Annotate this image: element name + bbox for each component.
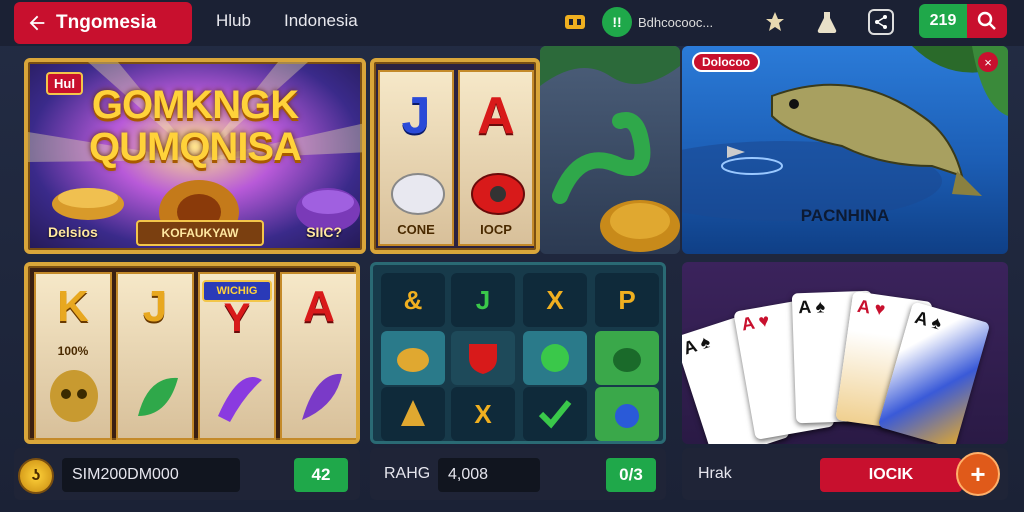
grid-cell-art xyxy=(381,331,445,385)
card-rank: A xyxy=(682,335,699,359)
wallet-icon[interactable] xyxy=(562,9,588,35)
reel-4: A xyxy=(280,272,356,440)
game-tile-grid-slot[interactable]: & J X P X xyxy=(370,262,666,444)
action-bar: Hrak IOCIK + xyxy=(682,448,1008,500)
promo-tag: Dolocoo xyxy=(692,52,760,72)
skull-icon xyxy=(50,370,98,422)
card-rank: A xyxy=(856,295,872,318)
action-label: Hrak xyxy=(698,465,732,482)
search-button[interactable] xyxy=(967,4,1007,38)
rating-button[interactable]: 0/3 xyxy=(606,458,656,492)
orb-icon xyxy=(541,344,569,372)
search-icon xyxy=(977,11,996,30)
game-tile-slot-4reel[interactable]: K 100% J Y WICHIG A xyxy=(24,262,360,444)
reel-1: J CONE xyxy=(378,70,454,246)
game-lobby: Tngomesia Hlub Indonesia !! Bdhcocooc...… xyxy=(0,0,1024,512)
share-icon[interactable] xyxy=(868,9,894,35)
coin-icon[interactable]: ʖ xyxy=(18,458,54,494)
close-button[interactable]: × xyxy=(978,52,998,72)
tile-label-left: Delsios xyxy=(48,224,98,240)
trophy-icon[interactable] xyxy=(762,9,788,35)
ruby-icon xyxy=(471,173,525,215)
grid-cell-art xyxy=(595,331,659,385)
reel-note: 100% xyxy=(57,344,89,358)
card-rank: A xyxy=(797,296,811,318)
tile-label-right: SIIC? xyxy=(306,224,342,240)
balance-value: 219 xyxy=(919,4,967,38)
game-title-line1: GOMKNGK xyxy=(91,83,299,127)
gem-icon xyxy=(391,173,445,215)
grid-cell-art xyxy=(381,387,445,441)
game-tile-fishing[interactable]: Dolocoo × PACNHINA xyxy=(682,46,1008,254)
rating-label: RAHG xyxy=(384,465,431,482)
feather-icon xyxy=(302,373,342,420)
game-title-line2: QUMQNISA xyxy=(89,125,302,169)
grid-symbol: J xyxy=(451,273,515,327)
grid-cell-art xyxy=(451,331,515,385)
horn-icon xyxy=(218,376,262,422)
grid-cell-art xyxy=(595,387,659,441)
reel-symbol: K xyxy=(57,282,89,331)
back-button-label: Tngomesia xyxy=(56,12,157,33)
grid-symbol: X xyxy=(451,387,515,441)
game-tile-gomkngk[interactable]: HuI GOMKNGK QUMQNISA Delsios SIIC? KOFAU… xyxy=(24,58,366,254)
bet-bar: ʖ SIM200DM000 42 xyxy=(14,448,360,500)
reel-label: CONE xyxy=(397,222,435,237)
grid-symbol: & xyxy=(381,273,445,327)
flask-icon[interactable] xyxy=(814,9,840,35)
leaf-icon xyxy=(138,377,178,416)
tile-banner: KOFAUKYAW xyxy=(136,220,264,246)
potion-icon xyxy=(615,404,639,428)
grid-cell-art xyxy=(523,387,587,441)
top-bar: Tngomesia Hlub Indonesia !! Bdhcocooc...… xyxy=(0,0,1024,46)
nav-link-indonesia[interactable]: Indonesia xyxy=(284,11,358,31)
grid-cell-art xyxy=(523,331,587,385)
game-title: GOMKNGK QUMQNISA xyxy=(28,84,362,168)
game-tile-cards[interactable]: A ♠ A ♥ A ♠ A ♥ A ♠ xyxy=(682,262,1008,444)
balance-group[interactable]: 219 xyxy=(919,4,1007,38)
game-tile-jungle[interactable] xyxy=(540,46,680,254)
account-text: Bdhcocooc... xyxy=(638,14,714,30)
grid-symbol: P xyxy=(595,273,659,327)
reel-symbol: A xyxy=(303,282,335,331)
shield-icon xyxy=(469,344,497,374)
rating-bar: RAHG 4,008 0/3 xyxy=(370,448,666,500)
reel-symbol: J xyxy=(401,87,431,145)
arrow-left-icon xyxy=(29,15,45,31)
check-icon xyxy=(538,400,572,429)
reel-symbol: J xyxy=(142,282,168,331)
play-button[interactable]: IOCIK xyxy=(820,458,962,492)
snake-art xyxy=(540,46,680,252)
reel-3: Y WICHIG xyxy=(198,272,276,440)
bet-input[interactable]: SIM200DM000 xyxy=(62,458,240,492)
reel-symbol: A xyxy=(477,87,515,145)
wild-banner: WICHIG xyxy=(202,280,272,302)
teapot-icon xyxy=(397,348,429,372)
game-tile-reels[interactable]: J CONE A IOCP xyxy=(370,58,540,254)
rating-input[interactable]: 4,008 xyxy=(438,458,540,492)
account-badge: !! xyxy=(602,7,632,37)
reel-1: K 100% xyxy=(34,272,112,440)
back-button[interactable]: Tngomesia xyxy=(14,2,192,44)
game-name: PACNHINA xyxy=(800,206,890,225)
reel-symbol: Y xyxy=(223,296,251,340)
plus-icon: + xyxy=(970,458,986,489)
add-button[interactable]: + xyxy=(956,452,1000,496)
card-rank: A xyxy=(739,312,756,335)
bell-icon xyxy=(401,400,425,426)
reel-2: A IOCP xyxy=(458,70,534,246)
reel-label: IOCP xyxy=(480,222,512,237)
nav-link-hub[interactable]: Hlub xyxy=(216,11,251,31)
close-icon: × xyxy=(984,54,992,70)
grid-symbol: X xyxy=(523,273,587,327)
card-rank: A xyxy=(912,306,930,330)
frog-icon xyxy=(613,348,641,372)
bet-confirm-button[interactable]: 42 xyxy=(294,458,348,492)
account-pill[interactable]: !! Bdhcocooc... xyxy=(602,5,713,39)
reel-2: J xyxy=(116,272,194,440)
